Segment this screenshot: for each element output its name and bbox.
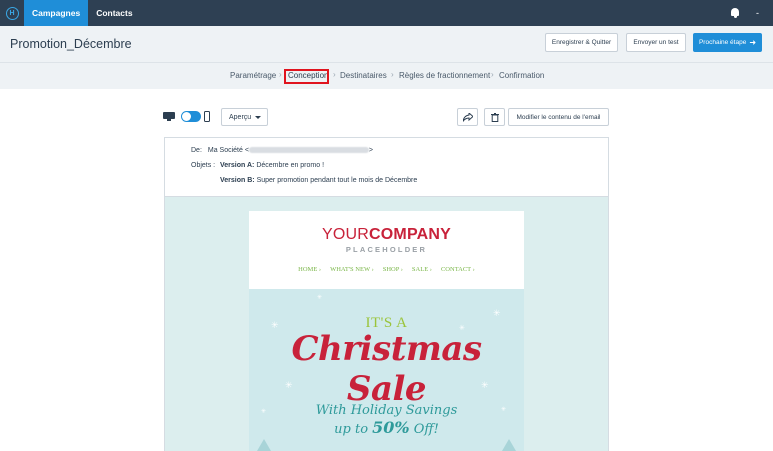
- trash-icon: [490, 112, 499, 122]
- from-name: Ma Société <: [207, 147, 249, 154]
- version-a-label: Version A:: [220, 162, 255, 169]
- hero-line-2: up to 50% Off!: [249, 418, 524, 437]
- tree-icon: [502, 439, 516, 451]
- device-toggle[interactable]: [181, 111, 201, 122]
- version-a-text: Décembre en promo !: [256, 162, 325, 169]
- hero-line-1: With Holiday Savings: [315, 403, 458, 418]
- preview-dropdown[interactable]: Aperçu: [221, 108, 268, 126]
- step-destinataires[interactable]: Destinataires: [340, 71, 387, 80]
- toggle-knob: [182, 112, 191, 121]
- step-separator: ›: [333, 70, 336, 79]
- next-step-button[interactable]: Prochaine étape ➜: [693, 33, 762, 52]
- page-title: Promotion_Décembre: [10, 37, 132, 51]
- brand-sub: PLACEHOLDER: [345, 245, 428, 254]
- step-confirmation[interactable]: Confirmation: [499, 71, 544, 80]
- mobile-icon[interactable]: [204, 111, 210, 122]
- step-separator: ›: [391, 70, 394, 79]
- next-step-label: Prochaine étape: [698, 39, 747, 46]
- breadcrumb-stepper: Paramétrage › Conception › Destinataires…: [0, 64, 773, 88]
- email-menu-contact[interactable]: CONTACT ›: [441, 266, 475, 273]
- redacted-email: [248, 147, 369, 154]
- step-parametrage[interactable]: Paramétrage: [230, 71, 276, 80]
- email-menu-home[interactable]: HOME ›: [298, 266, 321, 273]
- brand-company: COMPANY: [369, 226, 452, 243]
- user-menu[interactable]: -: [756, 8, 759, 18]
- version-b-text: Super promotion pendant tout le mois de …: [256, 177, 418, 184]
- delete-button[interactable]: [484, 108, 505, 126]
- step-separator: ›: [279, 70, 282, 79]
- hero-title: Christmas Sale: [291, 329, 482, 409]
- chevron-down-icon: [255, 116, 261, 119]
- current-step-highlight: [284, 69, 329, 84]
- version-b-row: Version B: Super promotion pendant tout …: [220, 177, 417, 184]
- step-separator: ›: [491, 70, 494, 79]
- nav-tab-campagnes[interactable]: Campagnes: [24, 0, 89, 26]
- email-menu-sale[interactable]: SALE ›: [412, 266, 432, 273]
- hero-line-2-post: Off!: [409, 422, 439, 437]
- nav-tab-contacts[interactable]: Contacts: [88, 0, 140, 26]
- brand-your: YOUR: [321, 226, 370, 243]
- version-b-label: Version B:: [220, 177, 255, 184]
- arrow-right-icon: ➜: [749, 38, 757, 47]
- preview-dropdown-label: Aperçu: [229, 113, 252, 121]
- tree-icon: [257, 439, 271, 451]
- from-row: De: Ma Société < >: [191, 147, 373, 154]
- email-menu: HOME › WHAT'S NEW › SHOP › SALE › CONTAC…: [249, 266, 524, 273]
- hero-banner: ✳ ✳ ✳ ✳ ✳ ✳ ✳ ✳ IT'S A Christmas Sale Wi…: [249, 289, 524, 451]
- email-menu-whats-new[interactable]: WHAT'S NEW ›: [330, 266, 374, 273]
- hero-percent: 50%: [372, 418, 410, 437]
- save-quit-button[interactable]: Enregistrer & Quitter: [545, 33, 618, 52]
- brand-logo: YOURCOMPANY: [249, 226, 524, 244]
- share-icon: [462, 112, 473, 122]
- from-label: De:: [191, 147, 202, 154]
- page-header: Promotion_Décembre Enregistrer & Quitter…: [0, 26, 773, 63]
- email-menu-shop[interactable]: SHOP ›: [383, 266, 403, 273]
- edit-email-content-button[interactable]: Modifier le contenu de l'email: [508, 108, 609, 126]
- from-close: >: [368, 147, 374, 154]
- snowflake-icon: ✳: [317, 295, 323, 301]
- bell-icon[interactable]: [730, 8, 740, 18]
- version-a-row: Version A: Décembre en promo !: [220, 162, 324, 169]
- step-regles-fractionnement[interactable]: Règles de fractionnement: [399, 71, 490, 80]
- email-meta-box: De: Ma Société < > Objets : Version A: Dé…: [164, 137, 609, 197]
- desktop-icon[interactable]: [163, 112, 175, 121]
- share-button[interactable]: [457, 108, 478, 126]
- top-nav: H Campagnes Contacts -: [0, 0, 773, 26]
- send-test-button[interactable]: Envoyer un test: [626, 33, 686, 52]
- logo-icon: H: [5, 6, 19, 20]
- subjects-label: Objets :: [191, 162, 216, 169]
- logo[interactable]: H: [0, 0, 24, 26]
- hero-line-2-pre: up to: [334, 422, 373, 437]
